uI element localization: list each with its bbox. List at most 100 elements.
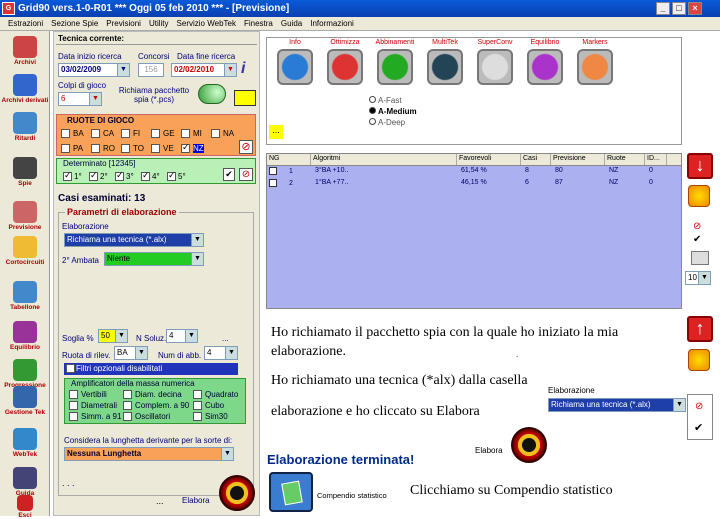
column-header[interactable]: Casi [521,154,551,165]
arrow-up-icon[interactable]: ↑ [687,316,713,342]
chevron-down-icon[interactable]: ▼ [135,347,147,359]
sidebar-item-esci[interactable]: Esci [0,495,50,519]
tool-markers[interactable]: Markers [571,39,619,85]
data-fine-field[interactable]: 02/02/2010 ▼ [171,63,237,77]
close-button[interactable]: × [688,2,702,15]
arrow-down-icon[interactable]: ↓ [687,153,713,179]
no-icon[interactable]: ⊘ [693,221,701,232]
menu-utility[interactable]: Utility [145,17,173,30]
determinato-checkbox[interactable] [141,170,150,181]
no-icon[interactable]: ⊘ [695,401,703,412]
lunghezza-select[interactable]: Nessuna Lunghetta ▼ [64,447,234,461]
right-elaborazione-select[interactable]: Richiama una tecnica (*.alx) ▼ [548,398,686,412]
ruota-checkbox-mi[interactable] [181,129,190,138]
mode-a-medium[interactable]: A-Medium [369,107,417,116]
right-elabora-button[interactable] [511,427,547,463]
ruota-checkbox-ge[interactable] [151,129,160,138]
soglia-field[interactable]: 50 ▼ [98,329,128,343]
more-button[interactable]: ... [269,125,283,139]
nsoluz-field[interactable]: 4 ▼ [166,329,198,343]
ruota-checkbox-na[interactable] [211,129,220,138]
row-checkbox[interactable] [269,167,277,175]
chevron-down-icon[interactable]: ▼ [221,448,233,460]
ampl-checkbox[interactable] [69,401,78,410]
ampl-checkbox[interactable] [123,412,132,421]
column-header[interactable]: Ruote [605,154,645,165]
menu-finestra[interactable]: Finestra [240,17,277,30]
determinato-checkbox[interactable] [167,170,176,181]
numabb-field[interactable]: 4 ▼ [204,346,238,360]
chevron-down-icon[interactable]: ▼ [115,330,127,342]
menu-servizio-webtek[interactable]: Servizio WebTek [173,17,240,30]
compendio-button[interactable] [269,472,313,512]
tool-multitek[interactable]: MultiTek [421,39,469,85]
ruota-ril-field[interactable]: BA ▼ [114,346,148,360]
ruota-checkbox-ca[interactable] [91,129,100,138]
ampl-checkbox[interactable] [193,390,202,399]
ampl-checkbox[interactable] [69,390,78,399]
ruota-checkbox-to[interactable] [121,144,130,153]
chevron-down-icon[interactable]: ▼ [224,64,236,76]
determinato-checkbox[interactable] [115,170,124,181]
check-icon[interactable]: ✔ [694,421,703,434]
menu-sezione-spie[interactable]: Sezione Spie [47,17,102,30]
chevron-down-icon[interactable]: ▼ [673,399,685,411]
ruota-checkbox-nz[interactable] [181,142,190,153]
elaborazione-select[interactable]: Richiama una tecnica (*.alx) ▼ [64,233,204,247]
tool-equilibrio[interactable]: Equilibrio [521,39,569,85]
determinato-checkbox[interactable] [63,170,72,181]
sidebar-item-equilibrio[interactable]: Equilibrio [0,321,50,351]
printer-icon[interactable] [691,251,709,265]
ruota-checkbox-pa[interactable] [61,144,70,153]
column-header[interactable]: Previsione [551,154,605,165]
ruota-checkbox-ve[interactable] [151,144,160,153]
richiama-pacchetto-icon[interactable] [198,84,226,104]
sidebar-item-webtek[interactable]: WebTek [0,428,50,458]
chevron-down-icon[interactable]: ▼ [185,330,197,342]
chevron-down-icon[interactable]: ▼ [117,64,129,76]
column-header[interactable]: Algoritmi [311,154,457,165]
tool-superconv[interactable]: SuperConv [471,39,519,85]
column-header[interactable]: Favorevoli [457,154,521,165]
chevron-down-icon[interactable]: ▼ [89,93,101,105]
mode-a-deep[interactable]: A-Deep [369,118,405,127]
tool-abbinamenti[interactable]: Abbinamenti [371,39,419,85]
row-checkbox[interactable] [269,179,277,187]
mode-a-fast[interactable]: A-Fast [369,96,402,105]
radio-icon[interactable] [369,107,376,114]
chevron-down-icon[interactable]: ▼ [191,234,203,246]
tool-info[interactable]: Info [271,39,319,85]
colpi-field[interactable]: 6 ▼ [58,92,102,106]
info-icon[interactable]: i [241,60,245,78]
column-header[interactable]: ID... [645,154,667,165]
table-row[interactable]: 2 1°BA +77.. 46,15 % 6 87 NZ 0 [267,178,681,190]
sidebar-item-spie[interactable]: Spie [0,157,50,187]
maximize-button[interactable]: □ [672,2,686,15]
ampl-checkbox[interactable] [193,412,202,421]
ruota-checkbox-ba[interactable] [61,129,70,138]
chevron-down-icon[interactable]: ▼ [225,347,237,359]
ruota-checkbox-ro[interactable] [91,144,100,153]
sidebar-item-archivi[interactable]: Archivi [0,36,50,66]
ampl-checkbox[interactable] [123,390,132,399]
ampl-checkbox[interactable] [193,401,202,410]
filtri-bar[interactable]: Filtri opzionali disabilitati [64,363,238,375]
chevron-down-icon[interactable]: ▼ [191,253,203,265]
menu-previsioni[interactable]: Previsioni [102,17,145,30]
count-field[interactable]: 10 ▼ [685,271,711,285]
color-swatch[interactable] [234,90,256,106]
sidebar-item-guida[interactable]: Guida [0,467,50,497]
sidebar-item-cortocircuiti[interactable]: Cortocircuiti [0,236,50,266]
elabora-button[interactable] [219,475,255,511]
no-icon[interactable]: ⊘ [239,168,253,181]
concorsi-field[interactable]: 156 [138,63,164,77]
bucket-icon[interactable] [688,349,710,371]
data-inizio-field[interactable]: 03/02/2009 ▼ [58,63,130,77]
minimize-button[interactable]: _ [656,2,670,15]
check-icon[interactable]: ✔ [693,234,701,245]
sidebar-item-progressione[interactable]: Progressione [0,359,50,389]
column-header[interactable]: NG [267,154,311,165]
sidebar-item-archivi-derivati[interactable]: Archivi derivati [0,74,50,104]
sidebar-item-ritardi[interactable]: Ritardi [0,112,50,142]
menu-estrazioni[interactable]: Estrazioni [4,17,47,30]
